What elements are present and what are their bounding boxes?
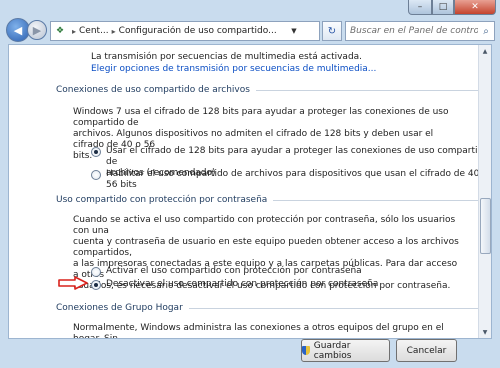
password-sharing-section-header: Uso compartido con protección por contra… — [56, 195, 491, 205]
radio-label: Habilitar el uso compartido de archivos … — [106, 169, 488, 190]
control-panel-icon: ❖ — [55, 26, 65, 36]
forward-button[interactable]: ▶ — [27, 20, 47, 40]
radio-option-disable-password[interactable]: Desactivar el uso compartido con protecc… — [91, 279, 378, 290]
paragraph-line: Cuando se activa el uso compartido con p… — [73, 215, 456, 236]
section-title: Conexiones de Grupo Hogar — [56, 303, 183, 313]
cancel-button[interactable]: Cancelar — [396, 339, 457, 362]
radio-button-selected[interactable] — [91, 147, 101, 157]
search-input[interactable]: Buscar en el Panel de control — [346, 26, 478, 36]
button-bar: Guardar cambios Cancelar — [0, 337, 500, 368]
section-divider — [188, 307, 491, 309]
section-title: Uso compartido con protección por contra… — [56, 195, 268, 205]
search-icon[interactable]: ⌕ — [478, 26, 494, 37]
close-button[interactable]: ✕ — [454, 0, 496, 15]
scroll-up-icon[interactable]: ▲ — [480, 46, 490, 56]
paragraph-line: Windows 7 usa el cifrado de 128 bits par… — [73, 107, 449, 128]
red-arrow-annotation-icon — [58, 276, 88, 290]
breadcrumb-separator: ▸ — [111, 26, 116, 36]
file-sharing-section-header: Conexiones de uso compartido de archivos — [56, 85, 491, 95]
refresh-icon: ↻ — [327, 25, 337, 37]
section-title: Conexiones de uso compartido de archivos — [56, 85, 250, 95]
breadcrumb-separator: ▸ — [72, 26, 77, 36]
cancel-label: Cancelar — [406, 345, 447, 356]
media-streaming-status: La transmisión por secuencias de multime… — [91, 52, 363, 62]
window-controls: – □ ✕ — [408, 0, 496, 15]
breadcrumb-control-panel[interactable]: Cent... — [79, 26, 109, 36]
radio-button-selected[interactable] — [91, 280, 101, 290]
radio-button[interactable] — [91, 170, 101, 180]
radio-option-40-56bit[interactable]: Habilitar el uso compartido de archivos … — [91, 169, 491, 191]
media-streaming-options-link[interactable]: Elegir opciones de transmisión por secue… — [91, 64, 376, 75]
forward-arrow-icon: ▶ — [32, 23, 42, 37]
radio-label-line: Usar el cifrado de 128 bits para ayudar … — [106, 146, 489, 167]
scrollbar-thumb[interactable] — [480, 198, 491, 254]
save-changes-button[interactable]: Guardar cambios — [301, 339, 390, 362]
window: – □ ✕ ◀ ▶ ❖ ▸ Cent... ▸ Configuración de… — [0, 0, 500, 368]
uac-shield-icon — [302, 346, 310, 355]
section-divider — [255, 89, 491, 91]
refresh-button[interactable]: ↻ — [322, 21, 342, 41]
back-arrow-icon: ◀ — [13, 23, 23, 37]
minimize-button[interactable]: – — [408, 0, 432, 15]
title-bar: – □ ✕ — [0, 0, 500, 15]
address-bar[interactable]: ❖ ▸ Cent... ▸ Configuración de uso compa… — [50, 21, 320, 41]
maximize-button[interactable]: □ — [432, 0, 454, 15]
vertical-scrollbar[interactable]: ▲ ▼ — [478, 45, 491, 338]
radio-option-enable-password[interactable]: Activar el uso compartido con protección… — [91, 266, 362, 277]
search-box[interactable]: Buscar en el Panel de control ⌕ — [345, 21, 495, 41]
breadcrumb-sharing-settings[interactable]: Configuración de uso compartido... — [119, 26, 277, 36]
navigation-bar: ◀ ▶ ❖ ▸ Cent... ▸ Configuración de uso c… — [0, 16, 500, 46]
scroll-down-icon[interactable]: ▼ — [480, 327, 490, 337]
save-changes-label: Guardar cambios — [313, 340, 352, 361]
radio-label: Desactivar el uso compartido con protecc… — [106, 279, 379, 289]
paragraph-line: cuenta y contraseña de usuario en este e… — [73, 237, 459, 258]
radio-button[interactable] — [91, 267, 101, 277]
chevron-down-icon[interactable]: ▼ — [287, 22, 301, 40]
homegroup-section-header: Conexiones de Grupo Hogar — [56, 303, 491, 313]
radio-label: Activar el uso compartido con protección… — [106, 266, 362, 276]
settings-content: La transmisión por secuencias de multime… — [8, 44, 492, 339]
section-divider — [273, 199, 491, 201]
